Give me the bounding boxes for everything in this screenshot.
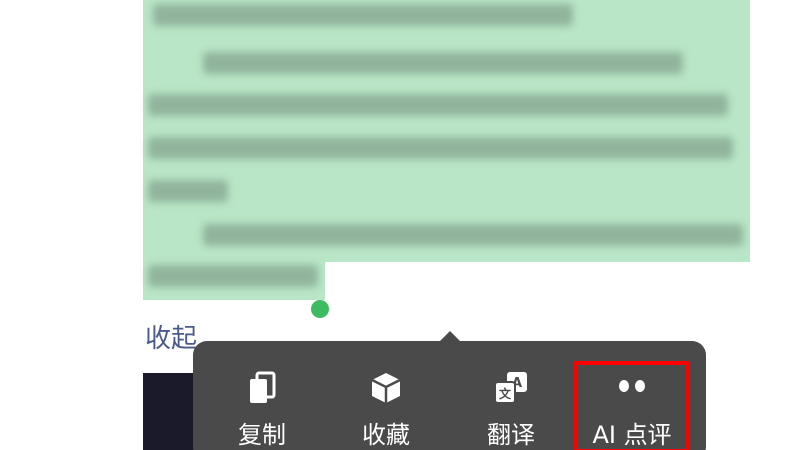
translate-icon: A 文 <box>493 371 529 405</box>
copy-label: 复制 <box>238 421 286 449</box>
copy-button[interactable]: 复制 <box>207 341 317 450</box>
annotation-highlight-box <box>574 361 690 450</box>
svg-text:文: 文 <box>499 386 512 401</box>
favorite-cube-icon <box>370 371 402 405</box>
favorite-label: 收藏 <box>362 421 410 449</box>
translate-label: 翻译 <box>487 421 535 449</box>
selected-text-region[interactable] <box>143 0 750 300</box>
selection-handle[interactable] <box>311 300 329 318</box>
translate-button[interactable]: A 文 翻译 <box>456 341 566 450</box>
collapse-link[interactable]: 收起 <box>145 318 197 355</box>
selection-end-background <box>325 262 750 302</box>
copy-icon <box>248 371 276 405</box>
favorite-button[interactable]: 收藏 <box>331 341 441 450</box>
